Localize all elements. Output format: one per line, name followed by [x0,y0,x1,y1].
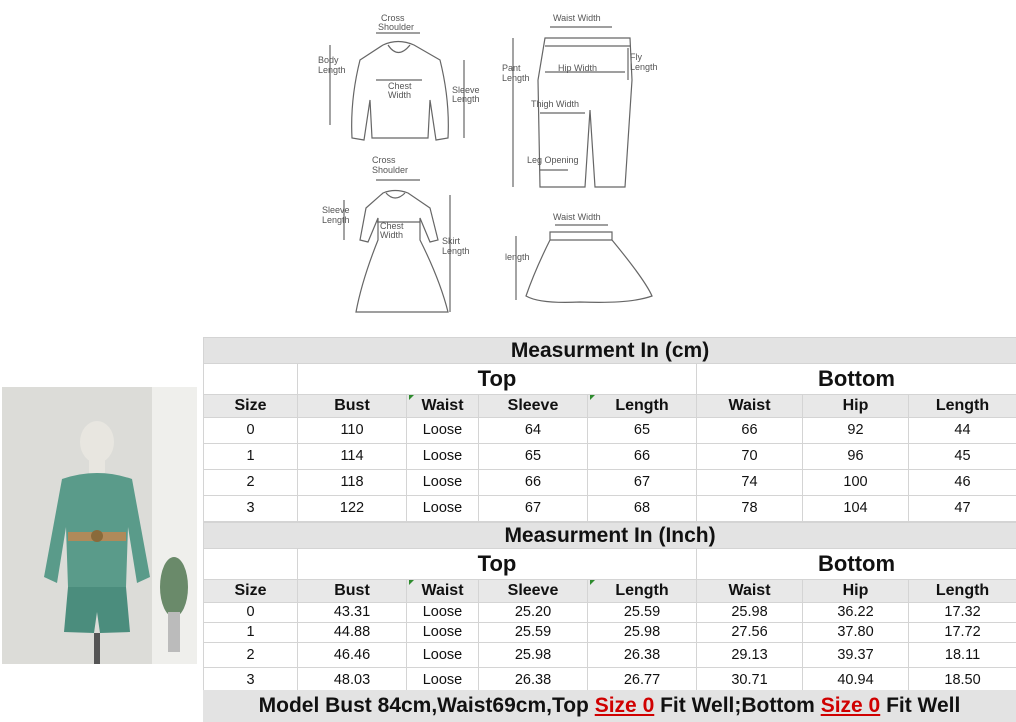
column-header: Waist [406,394,479,418]
inch-header-row: Size Bust Waist Sleeve Length Waist Hip … [203,579,1016,603]
column-header: Hip [802,394,909,418]
column-header: Waist [406,579,479,603]
svg-text:Width: Width [388,90,411,100]
column-header: Bust [297,579,407,603]
table-row: 0 110 Loose 64 65 66 92 44 [203,417,1016,444]
comment-marker-icon [590,580,595,585]
column-header: Waist [696,579,803,603]
svg-text:Length: Length [442,246,470,256]
svg-text:Thigh Width: Thigh Width [531,99,579,109]
model-photo [2,387,197,664]
column-header: Sleeve [478,394,588,418]
svg-text:Shoulder: Shoulder [378,22,414,32]
table-row: 3 48.03 Loose 26.38 26.77 30.71 40.94 18.50 [203,667,1016,693]
cm-table: Measurment In (cm) Top Bottom Size Bust … [203,337,1016,522]
column-header: Sleeve [478,579,588,603]
inch-group-bottom: Bottom [695,548,1016,580]
svg-text:Length: Length [318,65,346,75]
svg-text:length: length [505,252,530,262]
svg-text:Cross: Cross [372,155,396,165]
dress-diagram [343,179,451,313]
model-fit-note: Model Bust 84cm,Waist69cm,Top Size 0 Fit… [203,690,1016,722]
svg-text:Length: Length [502,73,530,83]
svg-text:Length: Length [322,215,350,225]
comment-marker-icon [409,395,414,400]
product-photo-panel [0,337,203,722]
svg-text:Leg Opening: Leg Opening [527,155,579,165]
column-header: Hip [802,579,909,603]
svg-text:Fly: Fly [630,52,642,62]
inch-table: Measurment In (Inch) Top Bottom Size Bus… [202,522,1016,693]
cm-header-row: Size Bust Waist Sleeve Length Waist Hip … [203,394,1016,418]
comment-marker-icon [590,395,595,400]
column-header: Bust [297,394,407,418]
svg-text:Length: Length [630,62,658,72]
table-row: 1 44.88 Loose 25.59 25.98 27.56 37.80 17.72 [203,622,1016,643]
column-header: Length [587,394,697,418]
cm-group-bottom: Bottom [696,363,1016,395]
cm-group-top: Top [297,363,697,395]
cm-table-title: Measurment In (cm) [203,337,1016,364]
svg-text:Width: Width [380,230,403,240]
column-header: Length [587,579,697,603]
table-row: 0 43.31 Loose 25.20 25.59 25.98 36.22 17.32 [203,602,1016,623]
table-row: 1 114 Loose 65 66 70 96 45 [203,443,1016,470]
table-row: 2 46.46 Loose 25.98 26.38 29.13 39.37 18.11 [203,642,1016,668]
inch-table-title: Measurment In (Inch) [202,522,1016,549]
measurement-diagram: Cross Shoulder Body Length Chest Width S… [0,0,1016,336]
svg-text:Waist Width: Waist Width [553,212,601,222]
svg-text:Shoulder: Shoulder [372,165,408,175]
bottom-size-highlight: Size 0 [820,694,881,717]
column-header: Length [908,394,1016,418]
column-header: Length [907,579,1016,603]
comment-marker-icon [409,580,414,585]
table-row: 3 122 Loose 67 68 78 104 47 [203,495,1016,522]
size-chart: Measurment In (cm) Top Bottom Size Bust … [202,337,1016,722]
svg-text:Length: Length [452,94,480,104]
svg-text:Body: Body [318,55,339,65]
svg-text:Waist Width: Waist Width [553,13,601,23]
svg-text:Sleeve: Sleeve [322,205,350,215]
table-row: 2 118 Loose 66 67 74 100 46 [203,469,1016,496]
svg-text:Pant: Pant [502,63,521,73]
column-header: Size [203,394,298,418]
inch-group-top: Top [297,548,697,580]
column-header: Size [203,579,298,603]
svg-text:Skirt: Skirt [442,236,460,246]
top-size-highlight: Size 0 [594,694,655,717]
skirt-diagram [515,224,653,303]
column-header: Waist [696,394,803,418]
svg-text:Hip Width: Hip Width [558,63,597,73]
